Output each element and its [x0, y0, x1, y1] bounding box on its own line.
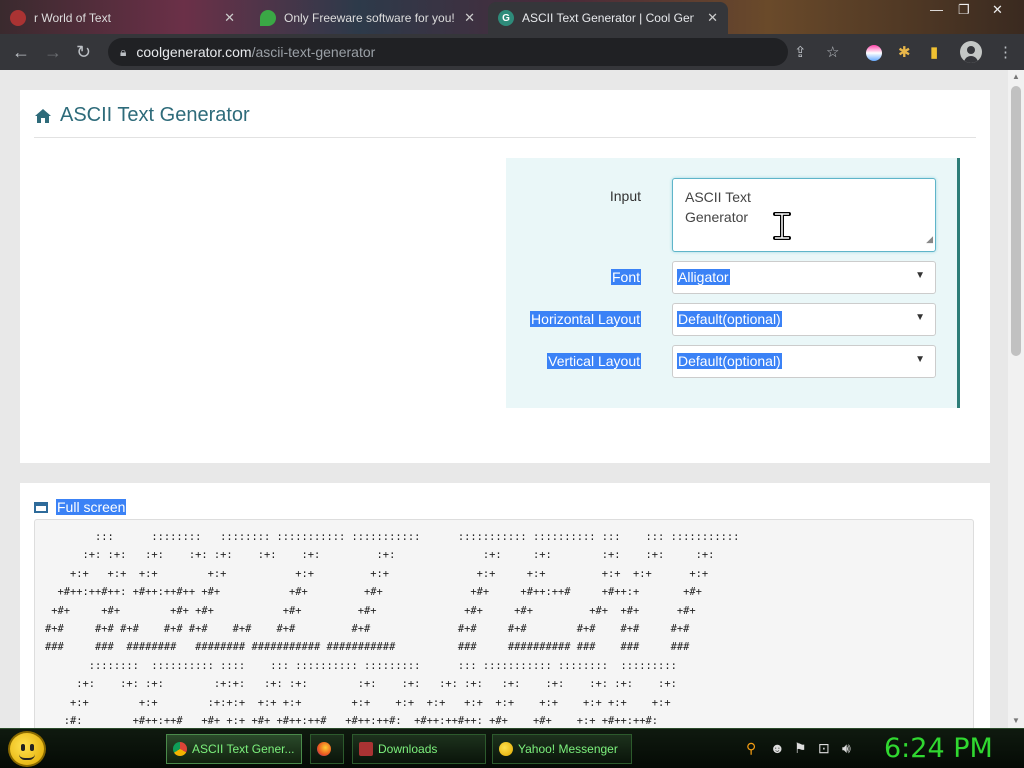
font-select-value: Alligator [677, 269, 730, 285]
divider [34, 137, 976, 138]
text-world-icon [10, 10, 26, 26]
browser-tab-strip: r World of Text ✕ Only Freeware software… [0, 0, 1024, 34]
chrome-icon [173, 742, 187, 756]
ascii-output[interactable]: ::: :::::::: :::::::: ::::::::::: ::::::… [34, 519, 974, 728]
horizontal-layout-value: Default(optional) [677, 311, 782, 327]
close-tab-icon[interactable]: ✕ [224, 10, 235, 26]
forward-icon[interactable]: → [44, 42, 62, 62]
ascii-art-text: ::: :::::::: :::::::: ::::::::::: ::::::… [45, 531, 740, 728]
taskbar-downloads[interactable]: Downloads [352, 734, 486, 764]
search-icon[interactable]: ⚲ [746, 740, 756, 757]
extensions-puzzle-icon[interactable]: ✱ [898, 43, 911, 61]
scroll-up-icon[interactable]: ▲ [1012, 72, 1020, 81]
taskbar-button-label: Yahoo! Messenger [518, 742, 618, 756]
page-viewport: ASCII Text Generator Input ASCII Text Ge… [0, 70, 1008, 728]
page-title: ASCII Text Generator [34, 104, 250, 127]
bookmark-star-icon[interactable]: ☆ [826, 43, 839, 61]
share-icon[interactable]: ⇪ [794, 43, 807, 61]
horizontal-layout-label: Horizontal Layout [530, 311, 641, 327]
resize-grip-icon[interactable]: ◢ [926, 229, 933, 249]
freeware-icon [260, 10, 276, 26]
taskbar-yahoo-messenger[interactable]: Yahoo! Messenger [492, 734, 632, 764]
tab-freeware[interactable]: Only Freeware software for you! ✕ [250, 2, 485, 34]
back-icon[interactable]: ← [12, 42, 30, 62]
fullscreen-button[interactable]: Full screen [34, 499, 127, 515]
taskbar-firefox[interactable] [310, 734, 344, 764]
fullscreen-label: Full screen [56, 499, 127, 515]
reload-icon[interactable]: ↻ [76, 42, 91, 62]
taskbar-clock[interactable]: 6:24 PM [884, 733, 993, 764]
scroll-down-icon[interactable]: ▼ [1012, 716, 1020, 725]
input-textarea[interactable]: ASCII Text Generator ◢ [672, 178, 936, 252]
taskbar-button-label: ASCII Text Gener... [192, 742, 295, 756]
profile-avatar[interactable] [960, 41, 982, 63]
downloads-icon [359, 742, 373, 756]
vertical-layout-select[interactable]: Default(optional) ▼ [672, 345, 936, 378]
input-label: Input [609, 188, 641, 204]
url-host: coolgenerator.com [136, 44, 252, 60]
firefox-icon [317, 742, 331, 756]
taskbar-button-label: Downloads [378, 742, 438, 756]
network-icon[interactable]: ⊡ [818, 740, 830, 757]
yahoo-smiley-icon [499, 742, 513, 756]
fullscreen-icon [34, 501, 48, 513]
taskbar-chrome-window[interactable]: ASCII Text Gener... [166, 734, 302, 764]
page-title-text: ASCII Text Generator [60, 104, 250, 126]
action-center-flag-icon[interactable]: ⚑ [794, 740, 807, 757]
output-card: Full screen ::: :::::::: :::::::: ::::::… [20, 483, 990, 728]
side-panel-icon[interactable]: ▮ [930, 43, 938, 61]
chevron-down-icon: ▼ [915, 354, 925, 365]
text-cursor-icon [773, 212, 791, 240]
messenger-tray-icon[interactable]: ☻ [770, 740, 785, 756]
chevron-down-icon: ▼ [915, 270, 925, 281]
url-path: /ascii-text-generator [251, 44, 376, 60]
generator-card: ASCII Text Generator Input ASCII Text Ge… [20, 90, 990, 463]
horizontal-layout-select[interactable]: Default(optional) ▼ [672, 303, 936, 336]
vertical-layout-label: Vertical Layout [547, 353, 641, 369]
lock-icon: 🔒︎ [120, 44, 127, 59]
taskbar: ASCII Text Gener... Downloads Yahoo! Mes… [0, 728, 1024, 768]
minimize-icon[interactable]: — [930, 2, 943, 17]
coolgenerator-icon: G [498, 10, 514, 26]
tab-world-of-text[interactable]: r World of Text ✕ [0, 2, 245, 34]
generator-form: Input ASCII Text Generator ◢ Font Alliga… [506, 158, 960, 408]
tab-title: Only Freeware software for you! [284, 11, 455, 25]
volume-icon[interactable]: 🔊︎ [842, 740, 851, 757]
restore-icon[interactable]: ❐ [958, 2, 970, 18]
close-tab-icon[interactable]: ✕ [707, 10, 718, 26]
address-bar[interactable]: 🔒︎ coolgenerator.com/ascii-text-generato… [108, 38, 788, 66]
tab-title: ASCII Text Generator | Cool Generator [522, 11, 694, 25]
home-icon [35, 108, 51, 123]
menu-kebab-icon[interactable]: ⋮ [998, 43, 1013, 61]
close-tab-icon[interactable]: ✕ [464, 10, 475, 26]
chevron-down-icon: ▼ [915, 312, 925, 323]
extension-flag-icon[interactable] [866, 45, 882, 61]
close-window-icon[interactable]: ✕ [992, 2, 1003, 18]
font-label: Font [610, 269, 641, 285]
vertical-layout-value: Default(optional) [677, 353, 782, 369]
start-button[interactable] [8, 731, 46, 767]
browser-toolbar: ← → ↻ 🔒︎ coolgenerator.com/ascii-text-ge… [0, 34, 1024, 70]
page-scrollbar[interactable]: ▲ ▼ [1008, 70, 1024, 728]
tab-ascii-generator[interactable]: G ASCII Text Generator | Cool Generator … [488, 2, 728, 34]
input-text-line: ASCII Text [685, 189, 751, 205]
tab-title: r World of Text [34, 11, 111, 25]
input-text-line: Generator [685, 209, 749, 225]
scrollbar-thumb[interactable] [1011, 86, 1021, 356]
font-select[interactable]: Alligator ▼ [672, 261, 936, 294]
